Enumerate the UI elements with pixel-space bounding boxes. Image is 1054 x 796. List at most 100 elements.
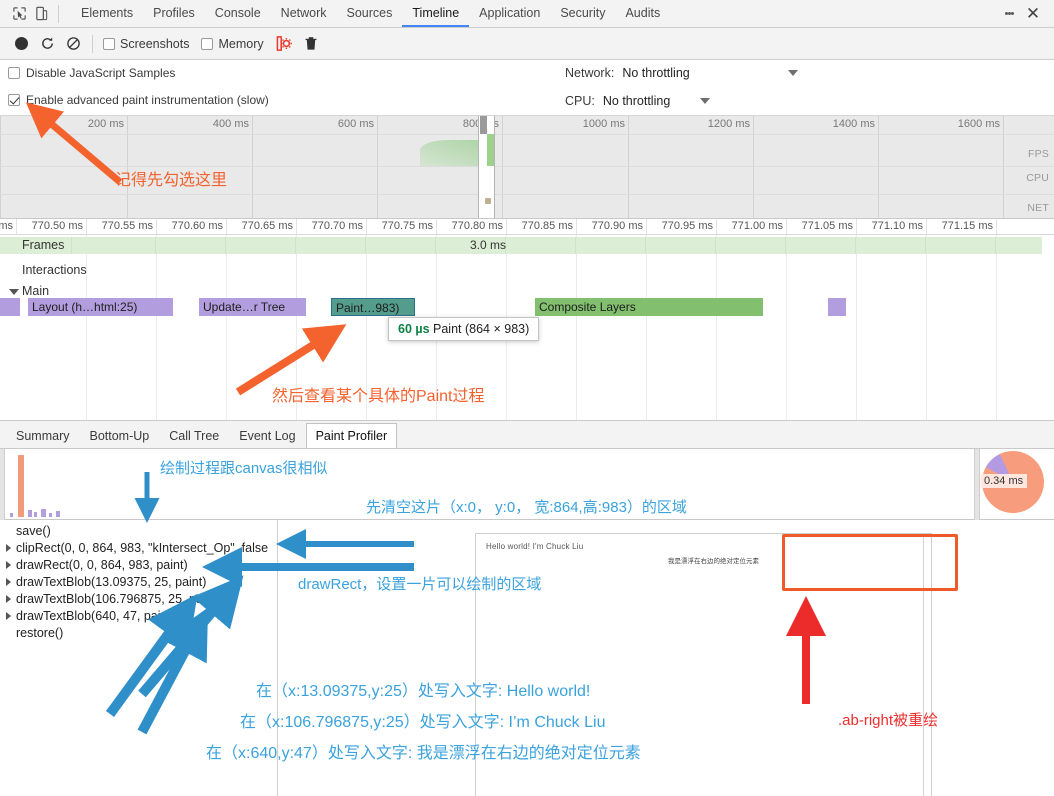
tab-label: Network (280, 5, 327, 20)
overview-row-label-net: NET (1027, 202, 1049, 214)
paint-command-row[interactable]: drawRect(0, 0, 864, 983, paint) (0, 556, 277, 573)
enable-paint-instrumentation-checkbox[interactable]: Enable advanced paint instrumentation (s… (8, 93, 269, 107)
overview-tick-label: 400 ms (212, 118, 249, 130)
capture-settings-icon[interactable] (272, 31, 298, 57)
paint-command-row[interactable]: save() (0, 522, 277, 539)
frames-track-band[interactable] (0, 237, 1042, 254)
drawer-tab-label: Summary (16, 429, 70, 443)
paint-command-text: save() (16, 523, 51, 538)
inspect-element-icon[interactable] (8, 3, 30, 25)
drawer-tab-bar: Summary Bottom-Up Call Tree Event Log Pa… (0, 421, 1054, 449)
timeline-detail-ruler: 45 ms 770.50 ms 770.55 ms 770.60 ms 770.… (0, 219, 1054, 235)
paint-command-text: drawRect(0, 0, 864, 983, paint) (16, 557, 188, 572)
paint-command-text: drawTextBlob(106.796875, 25, paint) (16, 591, 221, 606)
tab-timeline[interactable]: Timeline (402, 0, 470, 27)
timeline-flame-chart[interactable]: Frames 3.0 ms Interactions Main Layout (… (0, 235, 1054, 421)
screenshots-label: Screenshots (120, 36, 190, 51)
event-tooltip: 60 µs Paint (864 × 983) (388, 317, 540, 341)
preview-page-text: Hello world! I'm Chuck Liu (486, 542, 584, 551)
tab-security[interactable]: Security (550, 0, 615, 27)
close-icon[interactable]: ✕ (1020, 3, 1046, 25)
overview-tick-label: 1000 ms (582, 118, 625, 130)
flame-event-bar[interactable]: Update…r Tree (199, 298, 306, 316)
paint-command-row[interactable]: clipRect(0, 0, 864, 983, "kIntersect_Op"… (0, 539, 277, 556)
selection-grip[interactable] (480, 116, 487, 134)
drawer-tab-bottom-up[interactable]: Bottom-Up (79, 423, 159, 448)
timeline-overview[interactable]: 200 ms 400 ms 600 ms 800 ms 1000 ms 1200… (0, 116, 1054, 219)
drawer-tab-label: Paint Profiler (315, 429, 388, 443)
timeline-settings-panel: Disable JavaScript Samples Enable advanc… (0, 60, 1054, 116)
ruler-tick-label: 45 ms (0, 220, 13, 232)
tab-sources[interactable]: Sources (337, 0, 403, 27)
screenshots-checkbox[interactable]: Screenshots (103, 37, 189, 51)
drawer-tab-summary[interactable]: Summary (6, 423, 79, 448)
ruler-tick-label: 771.05 ms (801, 220, 853, 232)
tab-profiles[interactable]: Profiles (143, 0, 205, 27)
network-throttling-row: Network: No throttling (565, 66, 798, 80)
disclosure-triangle-icon[interactable] (6, 577, 11, 586)
clear-recording-icon[interactable] (60, 31, 86, 57)
cpu-throttling-row: CPU: No throttling (565, 94, 711, 108)
disclosure-triangle-icon[interactable] (6, 560, 11, 569)
tab-network[interactable]: Network (271, 0, 337, 27)
repaint-highlight-box (782, 534, 958, 591)
paint-command-row[interactable]: drawTextBlob(106.796875, 25, paint) (0, 590, 277, 607)
paint-preview-canvas[interactable]: Hello world! I'm Chuck Liu 我是漂浮在右边的绝对定位元… (278, 520, 1054, 796)
tooltip-text: Paint (864 × 983) (433, 322, 530, 336)
tab-application[interactable]: Application (469, 0, 550, 27)
ruler-tick-label: 770.60 ms (171, 220, 223, 232)
drawer-tab-call-tree[interactable]: Call Tree (159, 423, 229, 448)
paint-command-row[interactable]: restore() (0, 624, 277, 641)
paint-profiler-histogram[interactable]: 0.34 ms (0, 449, 1054, 520)
flame-event-bar-paint[interactable]: Paint…983) (331, 298, 415, 316)
reload-and-record-icon[interactable] (34, 31, 60, 57)
flame-event-label: Composite Layers (539, 300, 636, 314)
drawer-tab-paint-profiler[interactable]: Paint Profiler (305, 423, 398, 448)
memory-checkbox[interactable]: Memory (201, 37, 264, 51)
tab-audits[interactable]: Audits (615, 0, 670, 27)
flame-event-bar[interactable] (828, 298, 846, 316)
ruler-tick-label: 770.70 ms (311, 220, 363, 232)
disclosure-triangle-icon (6, 527, 11, 535)
disclosure-triangle-icon[interactable] (6, 594, 11, 603)
cpu-throttling-label: CPU: (565, 94, 595, 108)
tooltip-duration: 60 µs (398, 322, 430, 336)
more-options-icon[interactable] (998, 3, 1020, 25)
cpu-throttling-value[interactable]: No throttling (603, 94, 670, 108)
tab-elements[interactable]: Elements (71, 0, 143, 27)
device-toolbar-icon[interactable] (30, 3, 52, 25)
flame-event-bar[interactable] (0, 298, 20, 316)
paint-command-text: clipRect(0, 0, 864, 983, "kIntersect_Op"… (16, 540, 269, 555)
checkbox-box (103, 37, 115, 50)
chevron-down-icon[interactable] (700, 98, 711, 104)
flame-event-bar[interactable]: Composite Layers (535, 298, 763, 316)
ruler-tick-label: 771.00 ms (731, 220, 783, 232)
disclosure-triangle-icon[interactable] (6, 611, 11, 620)
drawer-tab-event-log[interactable]: Event Log (229, 423, 305, 448)
disclosure-triangle-icon[interactable] (6, 543, 11, 552)
chevron-down-icon[interactable] (787, 70, 798, 76)
ruler-tick-label: 770.50 ms (31, 220, 83, 232)
record-button[interactable] (8, 31, 34, 57)
disable-js-samples-checkbox[interactable]: Disable JavaScript Samples (8, 66, 175, 80)
drawer-tab-label: Call Tree (169, 429, 220, 443)
paint-command-list[interactable]: save() clipRect(0, 0, 864, 983, "kInters… (0, 520, 278, 796)
histogram-bars (8, 453, 408, 517)
overview-selection-window[interactable] (478, 116, 495, 218)
devtools-right-icons: ✕ (998, 3, 1054, 25)
trash-icon[interactable] (298, 31, 324, 57)
ruler-tick-label: 770.95 ms (661, 220, 713, 232)
tab-label: Profiles (153, 5, 195, 20)
network-throttling-value[interactable]: No throttling (622, 66, 689, 80)
pie-total-label: 0.34 ms (980, 474, 1028, 488)
tab-label: Application (479, 5, 541, 20)
track-label-main: Main (22, 284, 50, 298)
tab-console[interactable]: Console (205, 0, 271, 27)
paint-command-row[interactable]: drawTextBlob(13.09375, 25, paint) (0, 573, 277, 590)
flame-event-bar[interactable]: Layout (h…html:25) (28, 298, 173, 316)
tab-label: Timeline (412, 5, 460, 20)
tab-label: Elements (81, 5, 134, 20)
network-throttling-label: Network: (565, 66, 615, 80)
paint-command-row[interactable]: drawTextBlob(640, 47, paint) (0, 607, 277, 624)
histogram-left-gutter (0, 449, 5, 520)
